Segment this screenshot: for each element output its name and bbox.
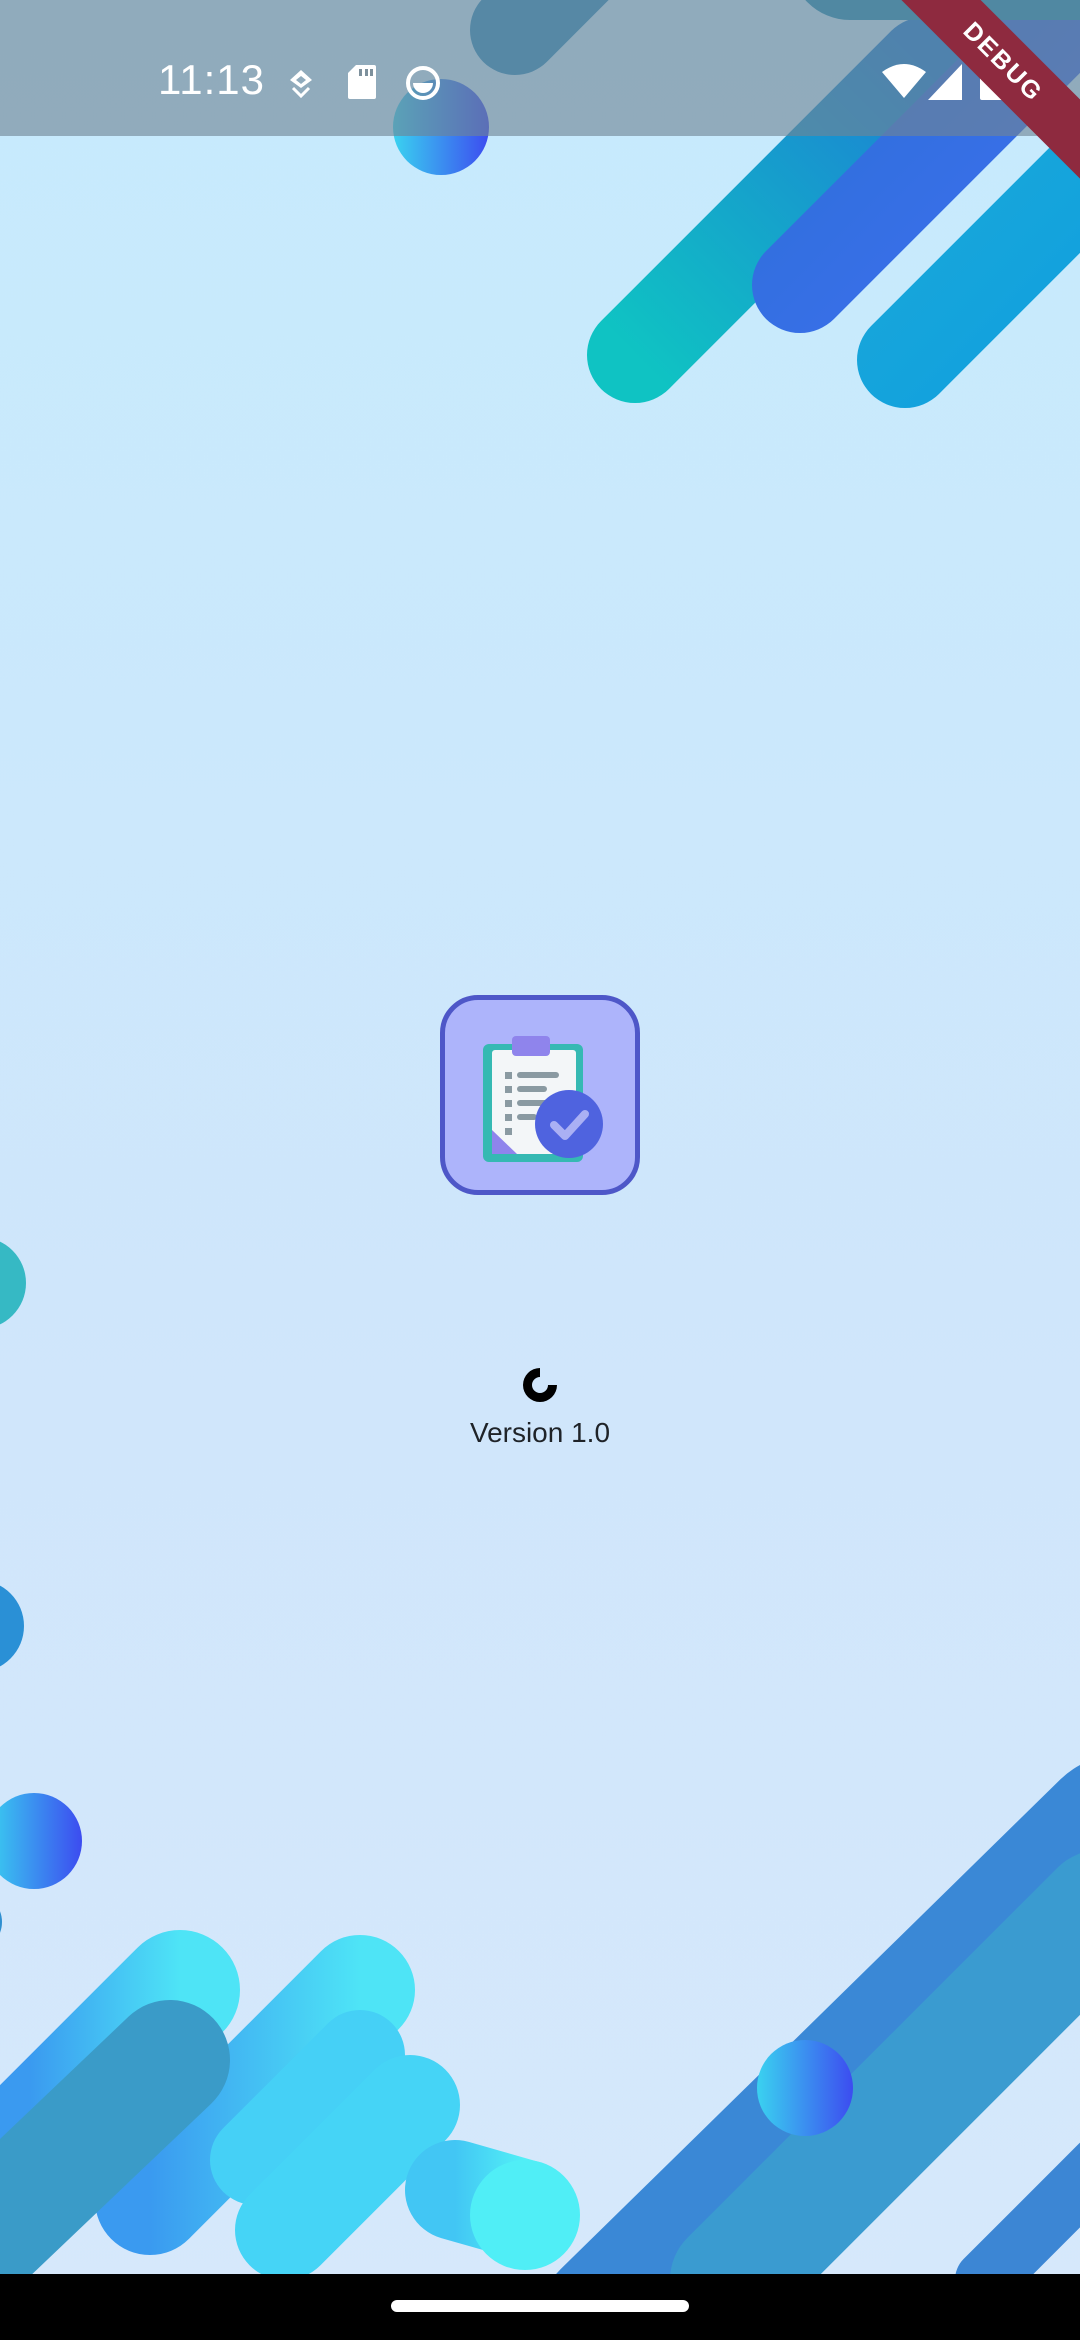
- circle-badge-icon: [406, 66, 440, 100]
- status-bar: 11:13: [0, 0, 1080, 136]
- app-logo: [440, 995, 640, 1195]
- status-time: 11:13: [158, 56, 265, 103]
- clipboard-check-icon: [483, 1036, 603, 1162]
- sd-card-icon: [348, 65, 376, 99]
- assistant-icon: [290, 70, 312, 98]
- cellular-signal-icon: [928, 64, 962, 100]
- version-label: Version 1.0: [469, 1417, 611, 1448]
- wifi-icon: [882, 64, 926, 98]
- loading-spinner-icon: [523, 1368, 557, 1402]
- home-indicator[interactable]: [391, 2300, 689, 2312]
